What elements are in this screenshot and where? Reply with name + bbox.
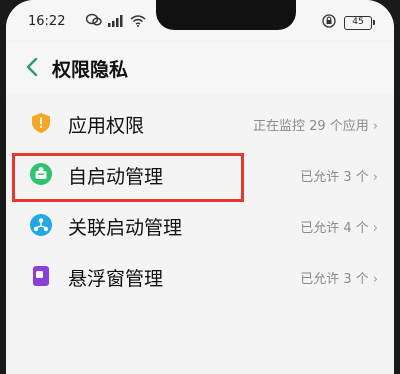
status-text: 正在监控 29 个应用 bbox=[252, 119, 369, 134]
camera-notch bbox=[156, 0, 296, 30]
list-item-label: 自启动管理 bbox=[68, 166, 164, 188]
chevron-left-icon bbox=[26, 57, 38, 77]
back-button[interactable] bbox=[18, 52, 48, 82]
status-text: 已允许 3 个 bbox=[300, 272, 369, 287]
list-item-label: 应用权限 bbox=[68, 115, 145, 137]
status-text: 已允许 3 个 bbox=[300, 170, 369, 185]
wifi-icon bbox=[130, 12, 146, 31]
status-icons bbox=[85, 12, 146, 31]
list-item-label: 悬浮窗管理 bbox=[68, 268, 164, 290]
battery-indicator: 45 bbox=[344, 15, 375, 30]
page-title: 权限隐私 bbox=[52, 59, 129, 81]
status-time: 16:22 bbox=[28, 14, 66, 29]
chevron-right-icon: › bbox=[372, 119, 378, 134]
list-item-auto-start[interactable]: 自启动管理 已允许 3 个 › bbox=[6, 149, 394, 200]
shield-icon bbox=[30, 112, 52, 134]
floating-window-icon bbox=[30, 265, 52, 287]
status-text: 已允许 4 个 bbox=[300, 221, 369, 236]
list-item-status: 已允许 3 个 › bbox=[300, 268, 378, 287]
signal-icon bbox=[108, 12, 124, 31]
chevron-right-icon: › bbox=[372, 170, 378, 185]
chevron-right-icon: › bbox=[372, 221, 378, 236]
settings-list: 应用权限 正在监控 29 个应用 › 自启动管理 已允许 3 个 › 关联启动管… bbox=[6, 98, 394, 302]
list-item-status: 正在监控 29 个应用 › bbox=[253, 115, 378, 134]
phone-screen: 16:22 45 权限隐私 应用权限 正在监控 29 个应用 › 自启动管理 已… bbox=[6, 0, 394, 374]
lock-rotation-icon bbox=[322, 13, 336, 32]
chevron-right-icon: › bbox=[372, 272, 378, 287]
status-right: 45 bbox=[322, 13, 375, 32]
associated-start-icon bbox=[30, 214, 52, 236]
auto-start-icon bbox=[30, 163, 52, 185]
status-bar: 16:22 45 bbox=[6, 0, 394, 40]
page-header: 权限隐私 bbox=[6, 42, 394, 94]
wechat-icon bbox=[85, 12, 102, 31]
list-item-label: 关联启动管理 bbox=[68, 217, 183, 239]
list-item-status: 已允许 4 个 › bbox=[300, 217, 378, 236]
list-item-status: 已允许 3 个 › bbox=[300, 166, 378, 185]
list-item-associated-start[interactable]: 关联启动管理 已允许 4 个 › bbox=[6, 200, 394, 251]
list-item-app-permissions[interactable]: 应用权限 正在监控 29 个应用 › bbox=[6, 98, 394, 149]
list-item-floating-window[interactable]: 悬浮窗管理 已允许 3 个 › bbox=[6, 251, 394, 302]
